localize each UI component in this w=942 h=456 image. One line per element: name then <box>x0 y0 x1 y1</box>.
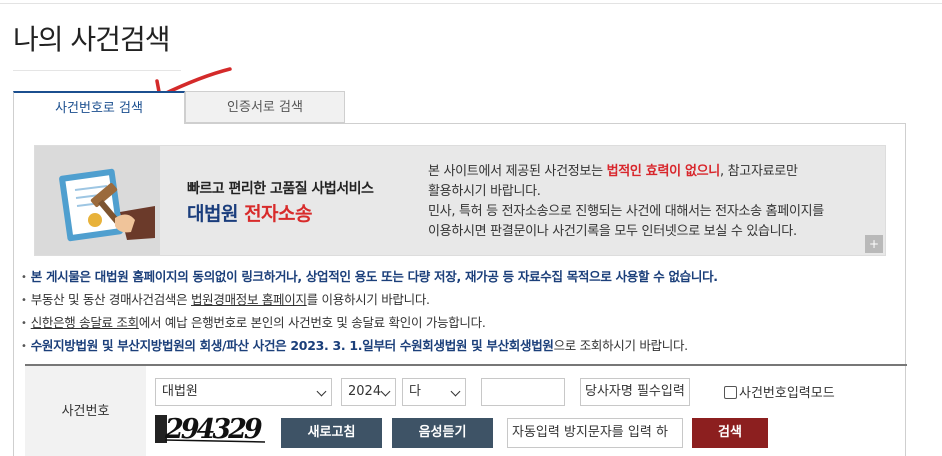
court-select[interactable]: 대법원 <box>155 378 332 406</box>
notice-list: • 본 게시물은 대법원 홈페이지의 동의없이 링크하거나, 상업적인 용도 또… <box>21 266 718 358</box>
bullet-icon: • <box>21 295 27 306</box>
court-gavel-illustration-icon <box>35 146 160 255</box>
case-type-select[interactable]: 다 <box>402 378 466 406</box>
list-item: • 신한은행 송달료 조회에서 예납 은행번호로 본인의 사건번호 및 송달료 … <box>21 312 718 335</box>
banner-desc-text: , 참고자료로만 <box>719 164 798 179</box>
bullet-icon: • <box>21 341 27 352</box>
captcha-noise-lines <box>164 439 266 443</box>
bullet-icon: • <box>21 318 27 329</box>
notice-text: 부동산 및 동산 경매사건검색은 <box>30 292 191 307</box>
banner-desc-text: 활용하시기 바랍니다. <box>428 184 541 199</box>
e-litigation-banner[interactable]: 빠르고 편리한 고품질 사법서비스 대법원 전자소송 본 사이트에서 제공된 사… <box>34 145 886 256</box>
case-type-select-value: 다 <box>409 384 421 399</box>
search-button[interactable]: 검색 <box>692 418 768 448</box>
chevron-down-icon <box>450 386 461 397</box>
search-panel: 빠르고 편리한 고품질 사법서비스 대법원 전자소송 본 사이트에서 제공된 사… <box>13 123 907 456</box>
captcha-input[interactable]: 자동입력 방지문자를 입력 하 <box>507 418 683 448</box>
captcha-refresh-button[interactable]: 새로고침 <box>281 418 382 448</box>
banner-desc-text: 민사, 특허 등 전자소송으로 진행되는 사건에 대해서는 전자소송 홈페이지를 <box>428 204 824 219</box>
banner-brand-elitigation: 전자소송 <box>244 203 312 225</box>
banner-legal-warning: 법적인 효력이 없으니 <box>606 164 721 179</box>
notice-text: 에서 예납 은행번호로 본인의 사건번호 및 송달료 확인이 가능합니다. <box>138 315 486 330</box>
captcha-audio-button[interactable]: 음성듣기 <box>392 418 493 448</box>
court-select-value: 대법원 <box>162 384 198 399</box>
case-input-mode-toggle[interactable]: 사건번호입력모드 <box>724 382 835 401</box>
banner-desc-text: 이용하시면 판결문이나 사건기록을 모두 인터넷으로 보실 수 있습니다. <box>428 224 797 239</box>
case-input-mode-label: 사건번호입력모드 <box>739 386 835 401</box>
case-input-mode-checkbox[interactable] <box>724 386 737 399</box>
chevron-down-icon <box>316 386 327 397</box>
banner-more-button[interactable]: + <box>865 235 883 253</box>
banner-brand: 대법원 전자소송 <box>187 199 312 226</box>
auction-info-link[interactable]: 법원경매정보 홈페이지 <box>191 292 307 307</box>
notice-copyright: 본 게시물은 대법원 홈페이지의 동의없이 링크하거나, 상업적인 용도 또는 … <box>30 269 718 284</box>
banner-brand-court: 대법원 <box>187 203 238 225</box>
notice-rehabilitation: 수원지방법원 및 부산지방법원의 회생/파산 사건은 2023. 3. 1.일부… <box>30 338 554 353</box>
list-item: • 본 게시물은 대법원 홈페이지의 동의없이 링크하거나, 상업적인 용도 또… <box>21 266 718 289</box>
top-divider <box>0 3 942 4</box>
case-number-label: 사건번호 <box>25 366 146 456</box>
banner-tagline: 빠르고 편리한 고품질 사법서비스 <box>187 181 374 197</box>
notice-text: 으로 조회하시기 바랍니다. <box>553 338 689 353</box>
party-name-input[interactable]: 당사자명 필수입력 <box>580 378 690 406</box>
list-item: • 부동산 및 동산 경매사건검색은 법원경매정보 홈페이지를 이용하시기 바랍… <box>21 289 718 312</box>
page-title: 나의 사건검색 <box>13 23 170 56</box>
bullet-icon: • <box>21 272 27 283</box>
tab-certificate-search[interactable]: 인증서로 검색 <box>185 91 345 123</box>
case-search-form: 사건번호 대법원 2024 다 당사자명 필수입력 사건번호입력모드 29432… <box>25 364 907 456</box>
list-item: • 수원지방법원 및 부산지방법원의 회생/파산 사건은 2023. 3. 1.… <box>21 335 718 358</box>
chevron-down-icon <box>380 386 391 397</box>
year-select[interactable]: 2024 <box>341 378 396 406</box>
banner-desc-text: 본 사이트에서 제공된 사건정보는 <box>428 164 607 179</box>
notice-text: 를 이용하시기 바랍니다. <box>306 292 430 307</box>
banner-description: 본 사이트에서 제공된 사건정보는 법적인 효력이 없으니, 참고자료로만 활용… <box>428 162 824 242</box>
year-select-value: 2024 <box>348 384 382 399</box>
shinhan-delivery-fee-link[interactable]: 신한은행 송달료 조회 <box>31 315 139 330</box>
tab-case-number-search[interactable]: 사건번호로 검색 <box>13 91 185 124</box>
captcha-image: 294329 <box>155 413 269 446</box>
case-number-input[interactable] <box>481 378 565 406</box>
